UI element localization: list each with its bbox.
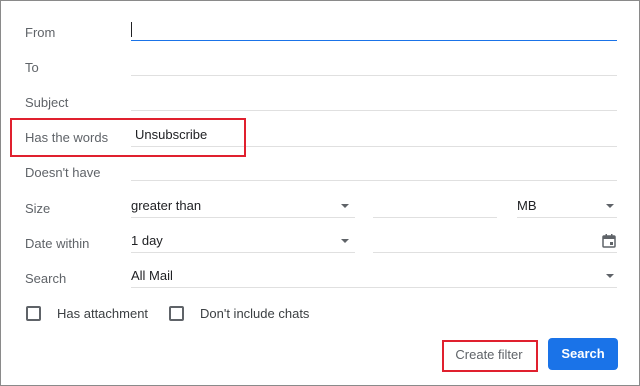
highlight-box-has-words xyxy=(10,118,246,157)
from-label: From xyxy=(25,25,56,40)
chevron-down-icon xyxy=(341,239,349,243)
from-field[interactable] xyxy=(131,19,617,41)
doesnt-have-field[interactable] xyxy=(131,159,617,181)
size-comparator-select[interactable]: greater than xyxy=(131,196,355,218)
size-unit-value: MB xyxy=(517,198,537,213)
size-comparator-value: greater than xyxy=(131,198,202,213)
calendar-icon[interactable] xyxy=(602,234,616,248)
size-unit-select[interactable]: MB xyxy=(517,196,617,218)
date-range-select[interactable]: 1 day xyxy=(131,231,355,253)
has-attachment-option[interactable]: Has attachment xyxy=(26,306,148,321)
highlight-box-create-filter xyxy=(442,340,538,372)
search-scope-select[interactable]: All Mail xyxy=(131,266,617,288)
search-scope-value: All Mail xyxy=(131,268,173,283)
date-within-label: Date within xyxy=(25,236,90,251)
search-scope-label: Search xyxy=(25,271,67,286)
to-label: To xyxy=(25,60,39,75)
dont-include-chats-option[interactable]: Don't include chats xyxy=(169,306,309,321)
has-attachment-checkbox[interactable] xyxy=(26,306,41,321)
chevron-down-icon xyxy=(606,274,614,278)
doesnt-have-label: Doesn't have xyxy=(25,165,101,180)
subject-label: Subject xyxy=(25,95,69,110)
size-label: Size xyxy=(25,201,51,216)
to-field[interactable] xyxy=(131,54,617,76)
chevron-down-icon xyxy=(606,204,614,208)
has-attachment-label: Has attachment xyxy=(57,306,149,321)
date-field[interactable] xyxy=(373,231,617,253)
date-range-value: 1 day xyxy=(131,233,163,248)
dont-include-chats-checkbox[interactable] xyxy=(169,306,184,321)
chevron-down-icon xyxy=(341,204,349,208)
search-filter-dialog: From To Subject Has the words Unsubscrib… xyxy=(0,0,640,386)
dont-include-chats-label: Don't include chats xyxy=(200,306,310,321)
search-button[interactable]: Search xyxy=(548,338,618,370)
subject-field[interactable] xyxy=(131,89,617,111)
size-amount-field[interactable] xyxy=(373,196,497,218)
text-cursor xyxy=(131,22,132,37)
